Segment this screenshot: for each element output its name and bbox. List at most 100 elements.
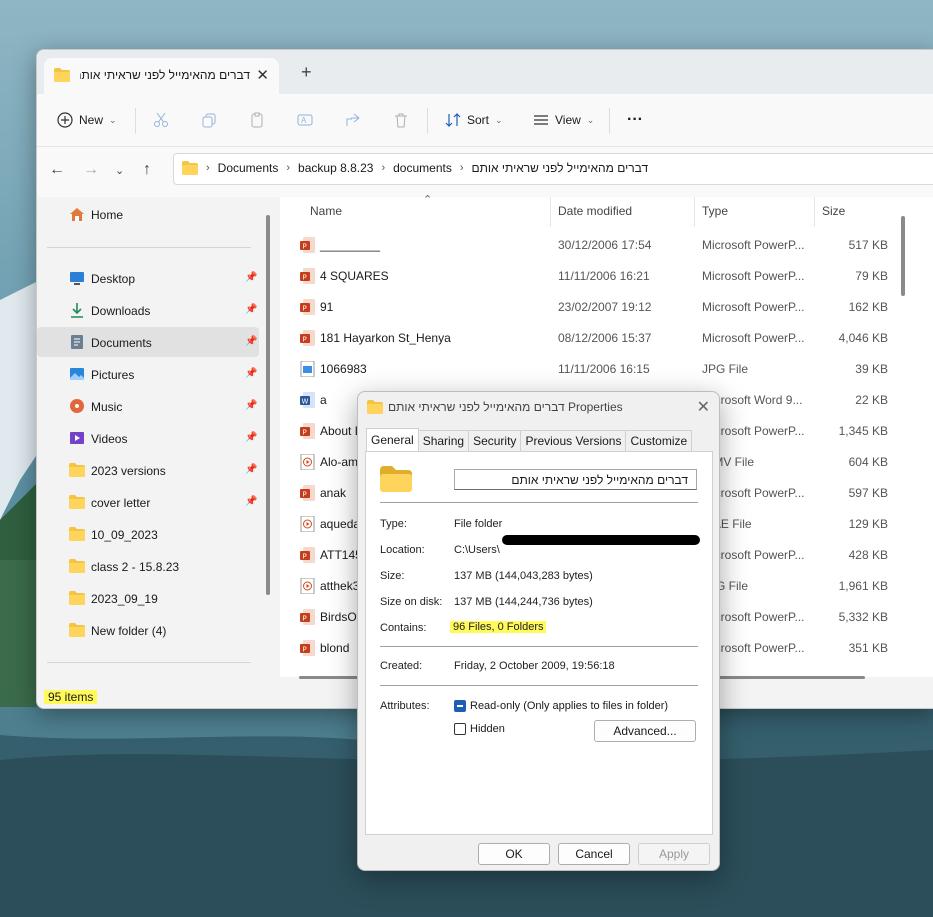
hidden-label[interactable]: Hidden	[470, 723, 505, 735]
apply-button[interactable]: Apply	[638, 843, 710, 865]
copy-button[interactable]	[201, 108, 217, 132]
new-label: New	[79, 113, 104, 127]
sidebar-item-label: 2023 versions	[91, 464, 166, 478]
sort-label: Sort	[467, 113, 490, 127]
delete-button[interactable]	[393, 108, 409, 132]
created-value: Friday, 2 October 2009, 19:56:18	[454, 660, 615, 672]
svg-text:P: P	[303, 274, 307, 282]
file-row[interactable]: P 4 SQUARES 11/11/2006 16:21 Microsoft Powe…	[280, 260, 900, 291]
sidebar-item-class-2[interactable]: class 2 - 15.8.23	[37, 551, 259, 581]
address-bar[interactable]: › Documents › backup 8.8.23 › documents …	[173, 153, 933, 185]
breadcrumb-item[interactable]: documents	[393, 161, 452, 175]
cancel-button[interactable]: Cancel	[558, 843, 630, 865]
column-header-size[interactable]: Size	[822, 204, 845, 218]
tab-security[interactable]: Security	[468, 430, 522, 451]
tab-current-folder[interactable]: דברים מהאימייל לפני שראיתי אותם ✕	[44, 58, 279, 94]
column-divider[interactable]	[550, 197, 551, 227]
column-header-date-modified[interactable]: Date modified	[558, 204, 632, 218]
dialog-title: דברים מהאימייל לפני שראיתי אותם Properti…	[388, 400, 623, 414]
file-size: 1,345 KB	[838, 424, 888, 438]
ok-button[interactable]: OK	[478, 843, 550, 865]
close-icon[interactable]: ✕	[256, 66, 269, 84]
up-arrow-icon[interactable]: ↑	[143, 161, 151, 179]
column-header-type[interactable]: Type	[702, 204, 728, 218]
media-file-icon	[300, 453, 315, 471]
type-label: Type:	[380, 518, 407, 530]
file-size: 5,332 KB	[838, 610, 888, 624]
new-tab-button[interactable]: +	[301, 62, 312, 83]
sidebar-item-label: Videos	[91, 432, 128, 446]
sidebar-item-downloads[interactable]: Downloads 📌	[37, 295, 259, 325]
readonly-checkbox[interactable]	[454, 700, 466, 712]
view-label: View	[555, 113, 581, 127]
redaction-mark	[502, 535, 700, 545]
tab-customize[interactable]: Customize	[625, 430, 693, 451]
file-name: 91	[320, 300, 334, 314]
close-icon[interactable]: ✕	[697, 397, 710, 417]
column-header-name[interactable]: Name	[310, 204, 342, 218]
tab-previous-versions[interactable]: Previous Versions	[520, 430, 627, 451]
share-button[interactable]	[345, 108, 361, 132]
breadcrumb-separator-icon: ›	[459, 162, 464, 174]
file-row[interactable]: P 181 Hayarkon St_Henya 08/12/2006 15:37 Mi…	[280, 322, 900, 353]
back-arrow-icon[interactable]: ←	[49, 161, 65, 179]
sort-button[interactable]: Sort ⌄	[445, 108, 503, 132]
column-divider[interactable]	[814, 197, 815, 227]
breadcrumb-item[interactable]: Documents	[218, 161, 279, 175]
breadcrumb-item[interactable]: דברים מהאימייל לפני שראיתי אותם	[472, 161, 649, 175]
column-divider[interactable]	[694, 197, 695, 227]
hidden-checkbox[interactable]	[454, 723, 466, 735]
svg-text:P: P	[303, 491, 307, 499]
tab-sharing[interactable]: Sharing	[417, 430, 470, 451]
cut-button[interactable]	[153, 108, 169, 132]
file-list-scrollbar[interactable]	[901, 216, 905, 296]
sidebar-item-documents[interactable]: Documents 📌	[37, 327, 259, 357]
sidebar-item-videos[interactable]: Videos 📌	[37, 423, 259, 453]
sidebar-item-cover-letter[interactable]: cover letter 📌	[37, 487, 259, 517]
powerpoint-file-icon: P	[300, 485, 315, 501]
rename-button[interactable]: A	[297, 108, 313, 132]
copy-icon	[202, 113, 216, 128]
view-button[interactable]: View ⌄	[533, 108, 594, 132]
pin-icon: 📌	[245, 336, 258, 347]
file-size: 22 KB	[855, 393, 888, 407]
sidebar-item-pictures[interactable]: Pictures 📌	[37, 359, 259, 389]
file-name: 4 SQUARES	[320, 269, 389, 283]
svg-text:P: P	[303, 615, 307, 623]
svg-text:P: P	[303, 243, 307, 251]
forward-arrow-icon[interactable]: →	[83, 161, 99, 179]
paste-button[interactable]	[249, 108, 265, 132]
tab-general[interactable]: General	[366, 428, 419, 451]
trash-icon	[395, 113, 407, 128]
sidebar-item-desktop[interactable]: Desktop 📌	[37, 263, 259, 293]
folder-name-input[interactable]: דברים מהאימייל לפני שראיתי אותם	[454, 469, 697, 490]
file-row[interactable]: P 91 23/02/2007 19:12 Microsoft PowerP... 16…	[280, 291, 900, 322]
new-button[interactable]: New ⌄	[57, 108, 117, 132]
more-options-icon[interactable]: ···	[627, 108, 643, 132]
tab-title: דברים מהאימייל לפני שראיתי אותם	[80, 68, 250, 82]
chevron-down-icon: ⌄	[586, 114, 595, 125]
sidebar-item-2023-versions[interactable]: 2023 versions 📌	[37, 455, 259, 485]
attributes-label: Attributes:	[380, 700, 430, 712]
breadcrumb-separator-icon: ›	[286, 162, 291, 174]
file-type: Microsoft PowerP...	[702, 300, 805, 314]
file-row[interactable]: P _________ 30/12/2006 17:54 Microsoft Powe…	[280, 229, 900, 260]
view-list-icon	[534, 115, 548, 125]
sidebar-item-10-09-2023[interactable]: 10_09_2023	[37, 519, 259, 549]
breadcrumb-item[interactable]: backup 8.8.23	[298, 161, 373, 175]
sidebar-item-2023-09-19[interactable]: 2023_09_19	[37, 583, 259, 613]
sidebar-item-home[interactable]: Home	[37, 199, 259, 229]
share-icon	[346, 113, 360, 126]
document-icon	[71, 335, 83, 349]
toolbar-divider	[135, 108, 136, 134]
file-row[interactable]: 1066983 11/11/2006 16:15 JPG File 39 KB	[280, 353, 900, 384]
navigation-pane-scrollbar[interactable]	[266, 215, 270, 595]
recent-locations-chevron-icon[interactable]: ⌄	[115, 164, 124, 177]
image-file-icon	[300, 360, 315, 378]
readonly-label[interactable]: Read-only (Only applies to files in fold…	[470, 700, 668, 712]
powerpoint-file-icon: P	[300, 640, 315, 656]
sidebar-item-music[interactable]: Music 📌	[37, 391, 259, 421]
sidebar-item-new-folder-4[interactable]: New folder (4)	[37, 615, 259, 645]
advanced-button[interactable]: Advanced...	[594, 720, 696, 742]
sidebar-item-label: class 2 - 15.8.23	[91, 560, 180, 574]
